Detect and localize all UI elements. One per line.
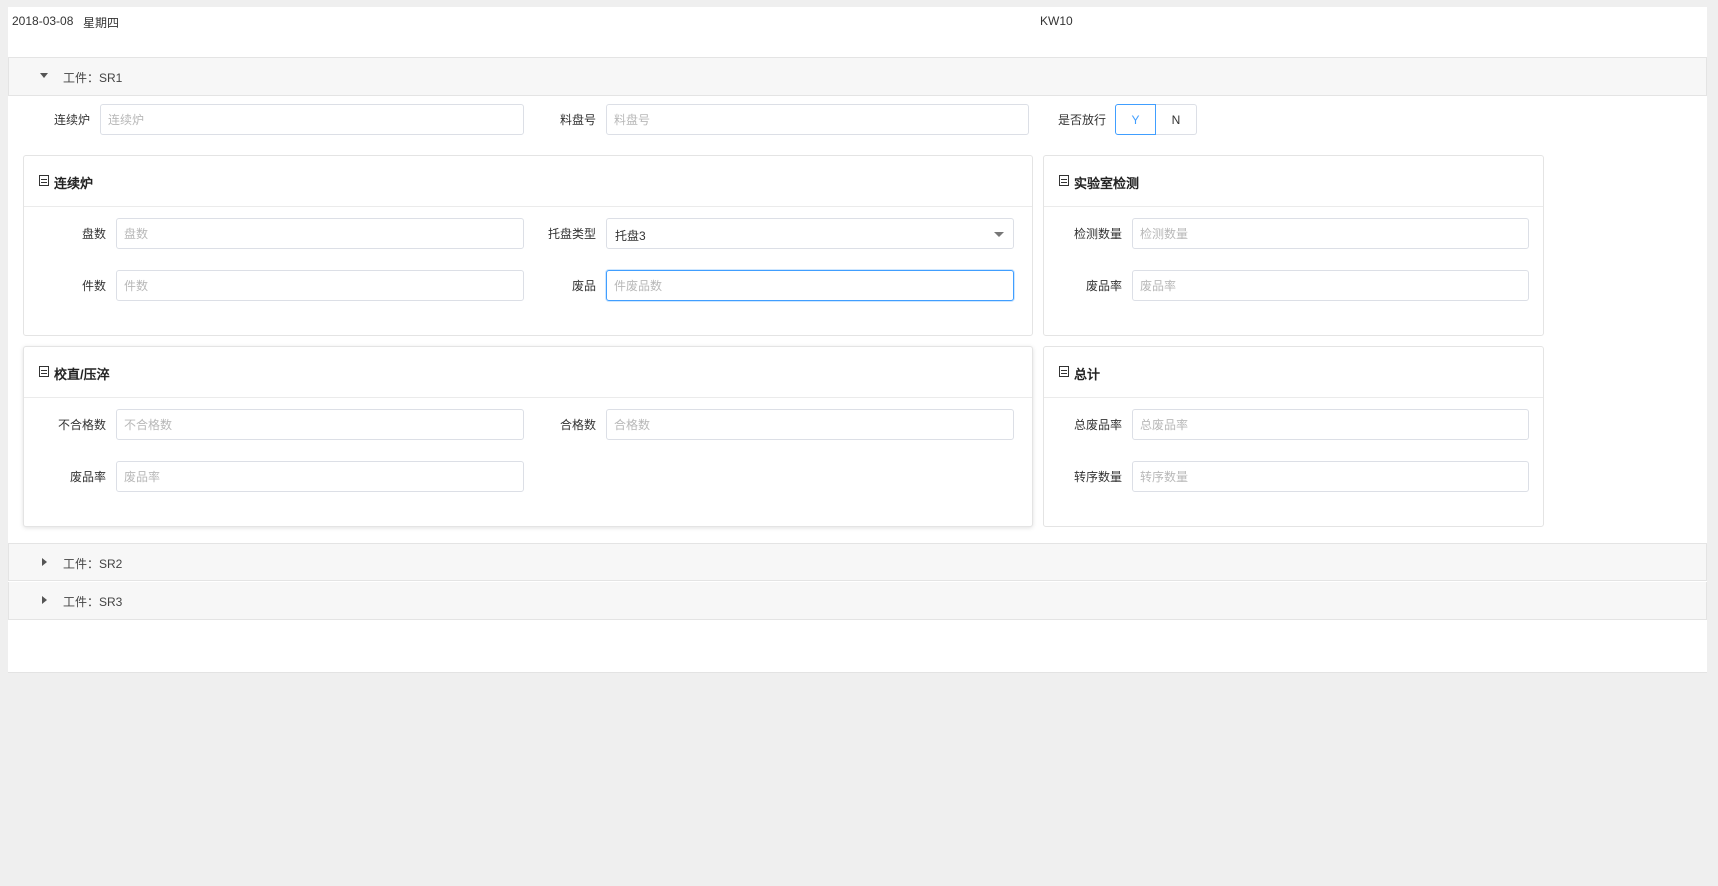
panel-title: 连续炉 [54,176,94,191]
tray-no-input[interactable] [606,104,1029,135]
total-scrap-rate-label: 总废品率 [1073,418,1122,432]
panel-lab-test: 实验室检测 检测数量 废品率 [1043,155,1544,336]
top-info-bar: 2018-03-08 星期四 KW10 [8,7,1707,58]
lab-scrap-rate-label: 废品率 [1085,279,1122,293]
tray-type-select[interactable]: 托盘3 [606,218,1014,249]
tray-type-value: 托盘3 [615,229,646,243]
section-title: 工件：SR1 [63,71,123,85]
panel-header: 连续炉 [24,156,1032,207]
fail-count-input[interactable] [116,409,524,440]
total-scrap-rate-input[interactable] [1132,409,1529,440]
straighten-scrap-rate-input[interactable] [116,461,524,492]
panel-header: 总计 [1044,347,1543,398]
scrap-input[interactable] [606,270,1014,301]
transfer-qty-input[interactable] [1132,461,1529,492]
furnace-input[interactable] [100,104,524,135]
tray-count-label: 盘数 [81,227,106,241]
page-container: 2018-03-08 星期四 KW10 工件：SR1 连续炉 料盘号 是否放行 … [8,7,1707,673]
week-number-text: KW10 [1040,14,1073,28]
panel-title: 总计 [1074,367,1101,382]
pass-count-label: 合格数 [559,418,596,432]
panel-header: 校直/压淬 [24,347,1032,398]
panel-straighten-quench: 校直/压淬 不合格数 合格数 废品率 [23,346,1033,527]
list-icon [39,175,49,186]
fail-count-label: 不合格数 [57,418,106,432]
test-qty-label: 检测数量 [1073,227,1122,241]
caret-down-icon [40,73,48,78]
section-title: 工件：SR2 [63,557,123,571]
transfer-qty-label: 转序数量 [1073,470,1122,484]
tray-count-input[interactable] [116,218,524,249]
panel-continuous-furnace: 连续炉 盘数 托盘类型 托盘3 件数 废品 [23,155,1033,336]
test-qty-input[interactable] [1132,218,1529,249]
chevron-down-icon [994,232,1004,237]
section-title: 工件：SR3 [63,595,123,609]
piece-count-input[interactable] [116,270,524,301]
panel-header: 实验室检测 [1044,156,1543,207]
weekday-text: 星期四 [83,16,120,30]
section-header-sr2[interactable]: 工件：SR2 [8,543,1707,581]
tray-type-label: 托盘类型 [547,227,596,241]
straighten-scrap-rate-label: 废品率 [69,470,106,484]
caret-right-icon [42,558,47,566]
caret-right-icon [42,596,47,604]
release-no-button[interactable]: N [1156,104,1197,135]
release-label: 是否放行 [1057,113,1106,127]
release-yes-button[interactable]: Y [1115,104,1156,135]
release-toggle: Y N [1115,104,1197,135]
panel-total: 总计 总废品率 转序数量 [1043,346,1544,527]
list-icon [1059,175,1069,186]
panel-title: 实验室检测 [1074,176,1140,191]
furnace-label: 连续炉 [53,113,90,127]
section-header-sr1[interactable]: 工件：SR1 [8,58,1707,96]
list-icon [39,366,49,377]
piece-count-label: 件数 [81,279,106,293]
panel-title: 校直/压淬 [54,367,110,382]
pass-count-input[interactable] [606,409,1014,440]
lab-scrap-rate-input[interactable] [1132,270,1529,301]
date-text: 2018-03-08 [12,14,74,28]
tray-no-label: 料盘号 [559,113,596,127]
section-header-sr3[interactable]: 工件：SR3 [8,582,1707,620]
scrap-label: 废品 [571,279,596,293]
list-icon [1059,366,1069,377]
